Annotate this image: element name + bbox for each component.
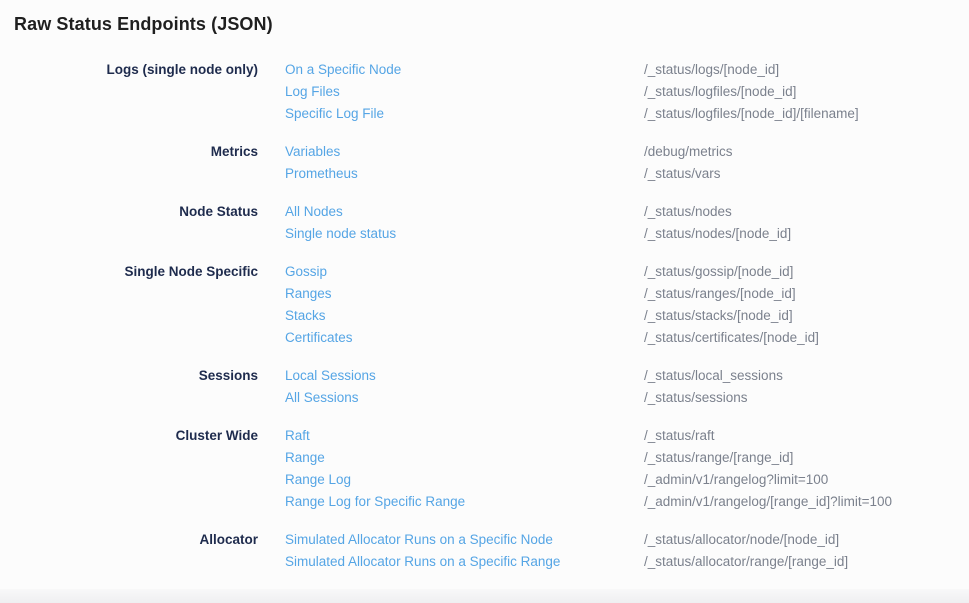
endpoint-path: /_status/allocator/node/[node_id] — [644, 529, 839, 551]
endpoint-path: /debug/metrics — [644, 141, 733, 163]
endpoint-link[interactable]: Certificates — [285, 327, 644, 349]
endpoint-path: /_status/stacks/[node_id] — [644, 305, 793, 327]
endpoint-link[interactable]: Gossip — [285, 261, 644, 283]
endpoint-path: /_status/logfiles/[node_id]/[filename] — [644, 103, 859, 125]
endpoint-row: Raft/_status/raft — [285, 425, 969, 447]
endpoint-path: /_status/ranges/[node_id] — [644, 283, 796, 305]
endpoint-row: Prometheus/_status/vars — [285, 163, 969, 185]
endpoint-row: Local Sessions/_status/local_sessions — [285, 365, 969, 387]
endpoint-path: /_status/allocator/range/[range_id] — [644, 551, 848, 573]
endpoint-row: All Nodes/_status/nodes — [285, 201, 969, 223]
endpoint-path: /_status/nodes — [644, 201, 732, 223]
endpoint-link[interactable]: On a Specific Node — [285, 59, 644, 81]
endpoint-section: Metrics Variables/debug/metricsPrometheu… — [0, 141, 969, 185]
endpoint-path: /_status/sessions — [644, 387, 748, 409]
endpoint-link[interactable]: Simulated Allocator Runs on a Specific N… — [285, 529, 644, 551]
endpoint-link[interactable]: Stacks — [285, 305, 644, 327]
section-category-label: Single Node Specific — [0, 261, 258, 283]
endpoint-link[interactable]: Specific Log File — [285, 103, 644, 125]
section-category-label: Cluster Wide — [0, 425, 258, 447]
endpoint-link[interactable]: Local Sessions — [285, 365, 644, 387]
endpoint-row: All Sessions/_status/sessions — [285, 387, 969, 409]
page-title: Raw Status Endpoints (JSON) — [0, 0, 969, 35]
section-category-label: Logs (single node only) — [0, 59, 258, 81]
endpoint-row: Simulated Allocator Runs on a Specific R… — [285, 551, 969, 573]
endpoint-row: Range/_status/range/[range_id] — [285, 447, 969, 469]
section-category-label: Allocator — [0, 529, 258, 551]
endpoint-section: Sessions Local Sessions/_status/local_se… — [0, 365, 969, 409]
endpoint-path: /_admin/v1/rangelog/[range_id]?limit=100 — [644, 491, 892, 513]
endpoint-row: Variables/debug/metrics — [285, 141, 969, 163]
section-rows: Variables/debug/metricsPrometheus/_statu… — [285, 141, 969, 185]
section-rows: Raft/_status/raftRange/_status/range/[ra… — [285, 425, 969, 513]
endpoint-row: On a Specific Node/_status/logs/[node_id… — [285, 59, 969, 81]
endpoint-section: Single Node Specific Gossip/_status/goss… — [0, 261, 969, 349]
endpoint-path: /_status/raft — [644, 425, 715, 447]
endpoint-link[interactable]: Simulated Allocator Runs on a Specific R… — [285, 551, 644, 573]
endpoint-path: /_status/local_sessions — [644, 365, 783, 387]
endpoint-row: Certificates/_status/certificates/[node_… — [285, 327, 969, 349]
endpoint-row: Gossip/_status/gossip/[node_id] — [285, 261, 969, 283]
endpoint-link[interactable]: Single node status — [285, 223, 644, 245]
endpoint-path: /_status/logs/[node_id] — [644, 59, 779, 81]
endpoint-row: Specific Log File/_status/logfiles/[node… — [285, 103, 969, 125]
section-category-label: Node Status — [0, 201, 258, 223]
endpoint-path: /_admin/v1/rangelog?limit=100 — [644, 469, 828, 491]
endpoint-path: /_status/certificates/[node_id] — [644, 327, 819, 349]
endpoint-link[interactable]: All Nodes — [285, 201, 644, 223]
section-rows: On a Specific Node/_status/logs/[node_id… — [285, 59, 969, 125]
endpoint-section: Logs (single node only) On a Specific No… — [0, 59, 969, 125]
endpoint-path: /_status/nodes/[node_id] — [644, 223, 791, 245]
section-category-label: Sessions — [0, 365, 258, 387]
section-rows: All Nodes/_status/nodesSingle node statu… — [285, 201, 969, 245]
endpoint-row: Single node status/_status/nodes/[node_i… — [285, 223, 969, 245]
endpoint-link[interactable]: Raft — [285, 425, 644, 447]
section-category-label: Metrics — [0, 141, 258, 163]
footer-strip — [0, 589, 969, 603]
endpoint-section: Cluster Wide Raft/_status/raftRange/_sta… — [0, 425, 969, 513]
endpoint-link[interactable]: Variables — [285, 141, 644, 163]
section-rows: Gossip/_status/gossip/[node_id]Ranges/_s… — [285, 261, 969, 349]
endpoint-path: /_status/logfiles/[node_id] — [644, 81, 796, 103]
endpoint-row: Range Log/_admin/v1/rangelog?limit=100 — [285, 469, 969, 491]
section-rows: Local Sessions/_status/local_sessionsAll… — [285, 365, 969, 409]
section-rows: Simulated Allocator Runs on a Specific N… — [285, 529, 969, 573]
endpoint-path: /_status/range/[range_id] — [644, 447, 793, 469]
endpoint-link[interactable]: Prometheus — [285, 163, 644, 185]
endpoint-row: Range Log for Specific Range/_admin/v1/r… — [285, 491, 969, 513]
endpoint-row: Log Files/_status/logfiles/[node_id] — [285, 81, 969, 103]
endpoint-path: /_status/vars — [644, 163, 721, 185]
endpoint-row: Ranges/_status/ranges/[node_id] — [285, 283, 969, 305]
endpoint-section: Allocator Simulated Allocator Runs on a … — [0, 529, 969, 573]
endpoint-path: /_status/gossip/[node_id] — [644, 261, 793, 283]
endpoint-link[interactable]: Range Log for Specific Range — [285, 491, 644, 513]
endpoint-link[interactable]: Ranges — [285, 283, 644, 305]
endpoint-table: Logs (single node only) On a Specific No… — [0, 59, 969, 573]
endpoint-row: Stacks/_status/stacks/[node_id] — [285, 305, 969, 327]
endpoint-row: Simulated Allocator Runs on a Specific N… — [285, 529, 969, 551]
endpoint-link[interactable]: Range Log — [285, 469, 644, 491]
endpoint-link[interactable]: Log Files — [285, 81, 644, 103]
endpoint-link[interactable]: All Sessions — [285, 387, 644, 409]
endpoint-link[interactable]: Range — [285, 447, 644, 469]
endpoint-section: Node Status All Nodes/_status/nodesSingl… — [0, 201, 969, 245]
